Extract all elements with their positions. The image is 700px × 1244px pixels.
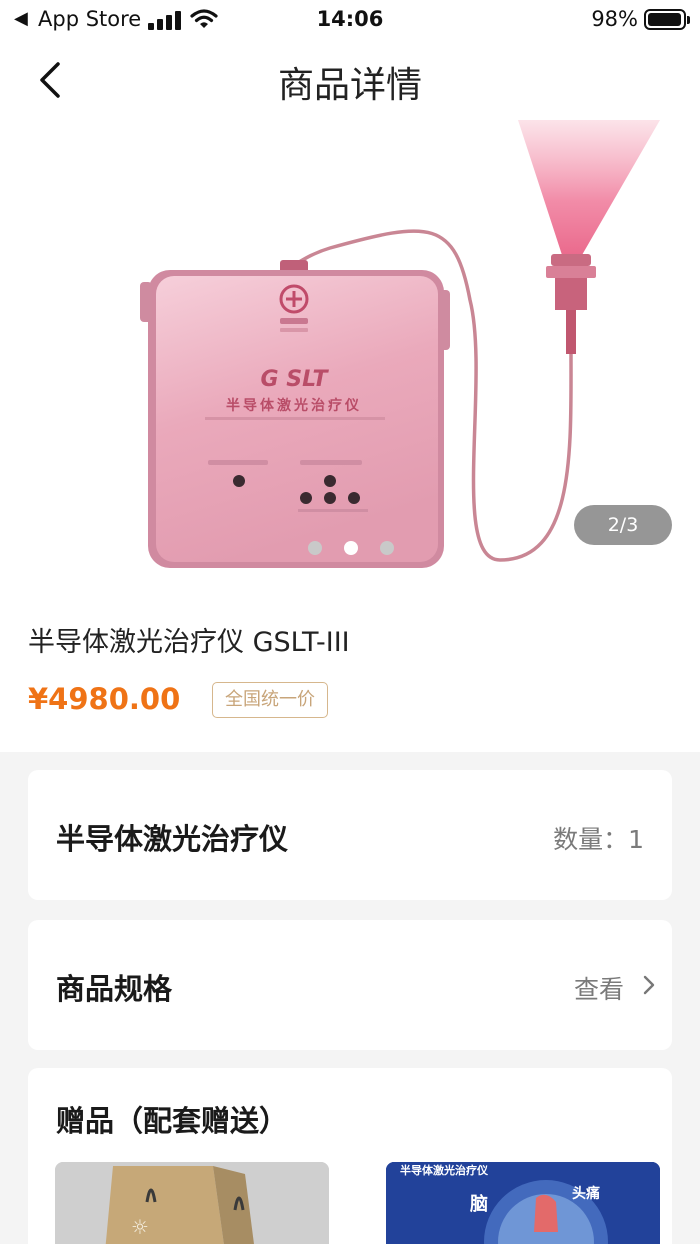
product-spec-card[interactable]: 商品规格 查看 <box>28 920 672 1050</box>
chevron-right-icon[interactable] <box>642 974 656 1000</box>
spec-title: 商品规格 <box>56 972 173 1006</box>
svg-text:☼: ☼ <box>131 1215 149 1239</box>
quantity-label: 数量：1 <box>553 825 644 854</box>
gift-item-bag[interactable]: ☼ <box>55 1162 329 1244</box>
product-info: 半导体激光治疗仪 GSLT-III ¥4980.00 全国统一价 <box>0 590 700 752</box>
gifts-title: 赠品（配套赠送） <box>56 1104 289 1138</box>
gift-booklet-text-a: 脑 <box>470 1193 488 1215</box>
status-bar: ◀ App Store 14:06 98% <box>0 0 700 40</box>
device-brand-text: G SLT <box>261 367 330 392</box>
price-tag-badge: 全国统一价 <box>212 682 328 718</box>
gifts-card: 赠品（配套赠送） ☼ 半导体激光治疗仪 脑 头痛 <box>28 1068 672 1244</box>
battery-percentage: 98% <box>591 7 638 31</box>
device-caption-text: 半导体激光治疗仪 <box>226 397 362 414</box>
gift-item-booklet[interactable]: 半导体激光治疗仪 脑 头痛 <box>386 1162 660 1244</box>
item-title: 半导体激光治疗仪 <box>56 822 289 856</box>
product-price: ¥4980.00 <box>28 682 181 716</box>
carousel-dot[interactable] <box>308 541 322 555</box>
product-name: 半导体激光治疗仪 GSLT-III <box>28 627 350 658</box>
image-counter: 2/3 <box>574 505 672 545</box>
carousel-pagination <box>308 541 394 555</box>
page-title: 商品详情 <box>277 65 422 106</box>
view-spec-link[interactable]: 查看 <box>574 970 624 1006</box>
product-image-carousel[interactable]: G SLT 半导体激光治疗仪 2/3 <box>0 120 700 590</box>
item-quantity-card: 半导体激光治疗仪 数量：1 <box>28 770 672 900</box>
carousel-dot[interactable] <box>344 541 358 555</box>
gift-booklet-caption: 半导体激光治疗仪 <box>400 1163 489 1177</box>
battery-icon <box>644 9 690 30</box>
navigation-bar: 商品详情 <box>0 40 700 120</box>
gift-booklet-text-b: 头痛 <box>572 1185 600 1202</box>
carousel-dot[interactable] <box>380 541 394 555</box>
